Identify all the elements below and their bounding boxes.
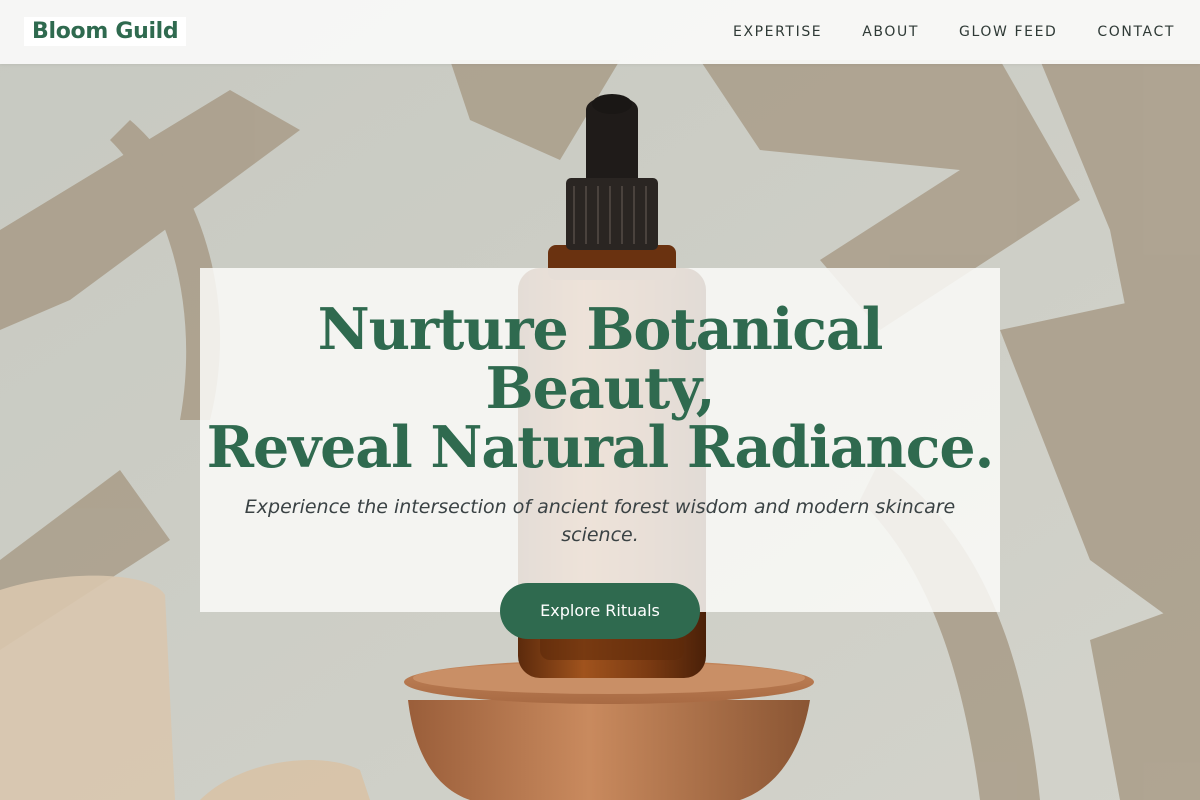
brand-logo[interactable]: Bloom Guild (24, 17, 187, 46)
nav-link-about[interactable]: ABOUT (862, 24, 919, 40)
nav-link-contact[interactable]: CONTACT (1097, 24, 1175, 40)
hero-title: Nurture Botanical Beauty, Reveal Natural… (206, 296, 995, 481)
nav-link-glow-feed[interactable]: GLOW FEED (959, 24, 1057, 40)
main-nav: EXPERTISE ABOUT GLOW FEED CONTACT (733, 0, 1175, 64)
site-header: Bloom Guild EXPERTISE ABOUT GLOW FEED CO… (0, 0, 1200, 64)
explore-rituals-button[interactable]: Explore Rituals (500, 583, 700, 639)
hero-card: Nurture Botanical Beauty, Reveal Natural… (200, 268, 1000, 639)
nav-link-expertise[interactable]: EXPERTISE (733, 24, 822, 40)
hero-subtitle: Experience the intersection of ancient f… (244, 496, 956, 546)
wooden-pedestal (404, 660, 814, 800)
